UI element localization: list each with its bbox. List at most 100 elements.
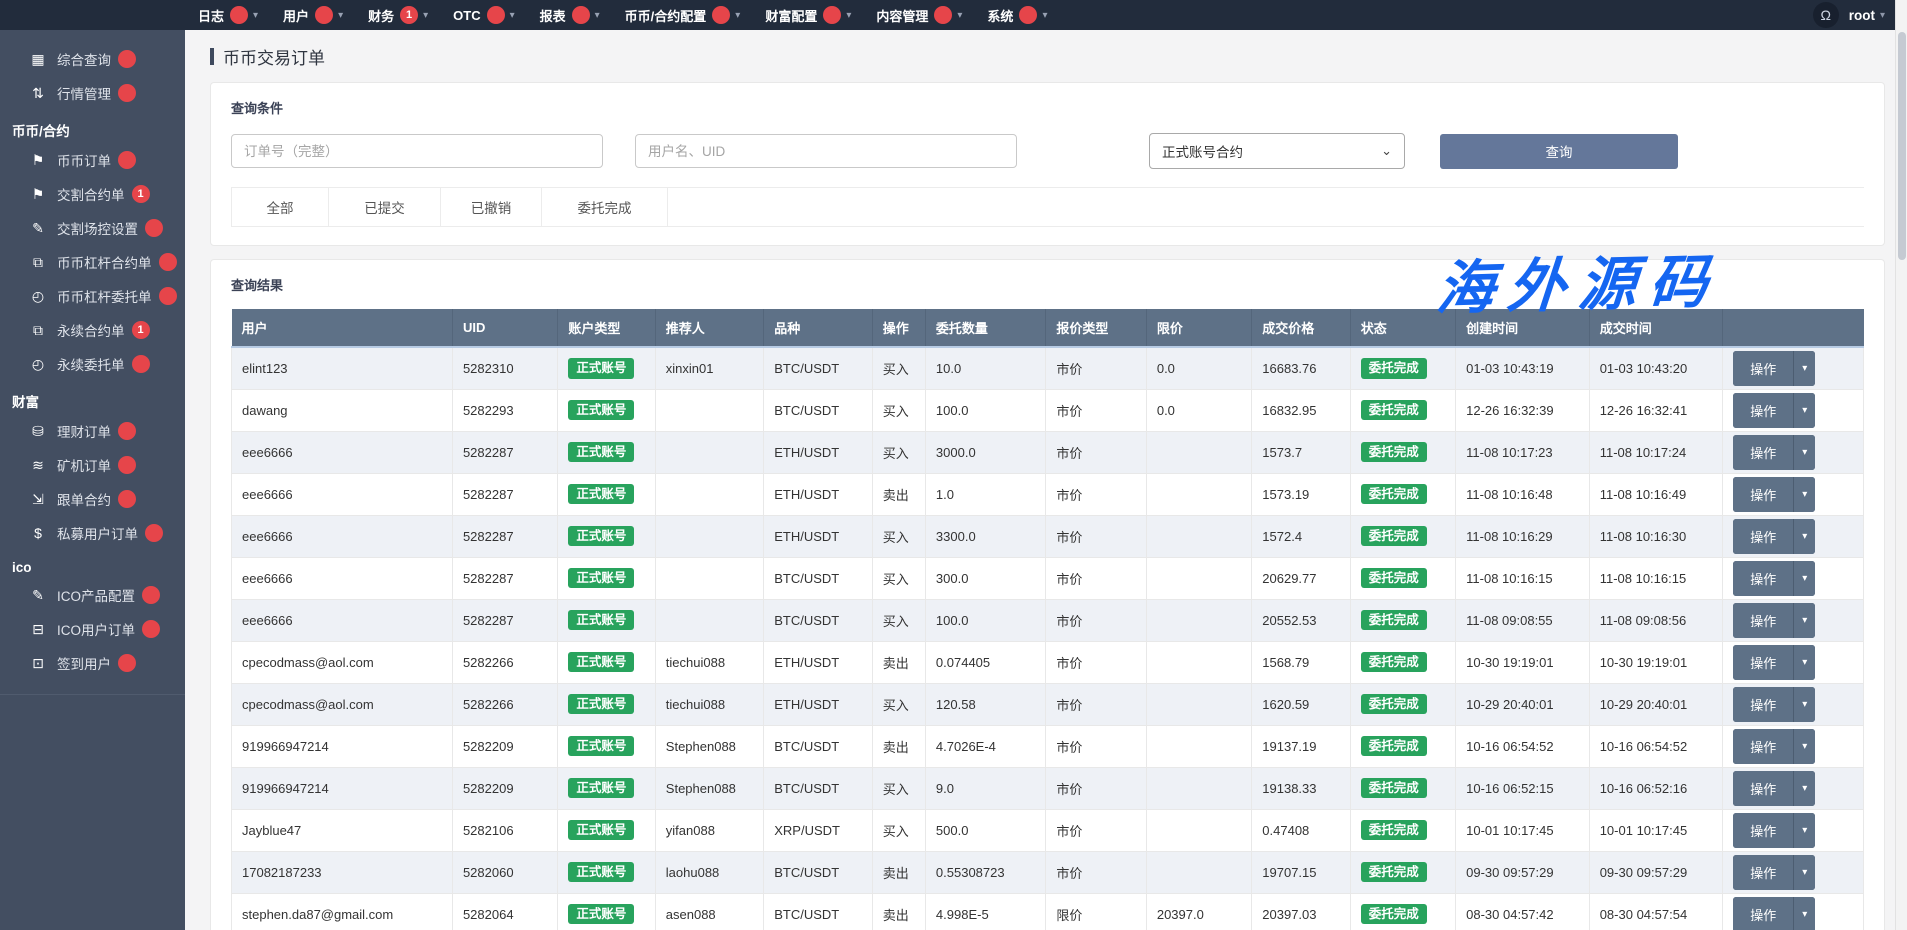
action-button[interactable]: 操作 ▾ <box>1733 561 1815 596</box>
sidebar-item[interactable]: ✎ ICO产品配置 <box>0 578 185 612</box>
cell-pair: ETH/USDT <box>764 683 872 725</box>
action-button-label[interactable]: 操作 <box>1733 813 1793 848</box>
sidebar-item[interactable]: $ 私募用户订单 <box>0 516 185 550</box>
sidebar-item[interactable]: ⧉ 永续合约单 1 <box>0 313 185 347</box>
cell-referrer: Stephen088 <box>655 725 763 767</box>
action-button[interactable]: 操作 ▾ <box>1733 771 1815 806</box>
sidebar-item[interactable]: ◴ 永续委托单 <box>0 347 185 381</box>
cell-deal-price: 0.47408 <box>1252 809 1350 851</box>
chevron-down-icon[interactable]: ▾ <box>1793 603 1815 638</box>
cell-deal-price: 16832.95 <box>1252 389 1350 431</box>
action-button[interactable]: 操作 ▾ <box>1733 393 1815 428</box>
sidebar-item[interactable]: ⛁ 理财订单 <box>0 414 185 448</box>
chevron-down-icon[interactable]: ▾ <box>1793 645 1815 680</box>
chevron-down-icon[interactable]: ▾ <box>1793 687 1815 722</box>
action-button[interactable]: 操作 ▾ <box>1733 435 1815 470</box>
action-button-label[interactable]: 操作 <box>1733 645 1793 680</box>
action-button-label[interactable]: 操作 <box>1733 477 1793 512</box>
chevron-down-icon[interactable]: ▾ <box>1793 435 1815 470</box>
action-button[interactable]: 操作 ▾ <box>1733 897 1815 930</box>
username-uid-input[interactable] <box>635 134 1017 168</box>
user-menu[interactable]: root ▾ <box>1849 8 1885 23</box>
action-button-label[interactable]: 操作 <box>1733 687 1793 722</box>
action-button-label[interactable]: 操作 <box>1733 603 1793 638</box>
action-button[interactable]: 操作 ▾ <box>1733 519 1815 554</box>
chevron-down-icon[interactable]: ▾ <box>1793 561 1815 596</box>
nav-menu-item[interactable]: 系统 ▾ <box>987 6 1047 25</box>
sidebar-item[interactable]: ▦ 综合查询 <box>0 42 185 76</box>
sidebar-item[interactable]: ⊡ 签到用户 <box>0 646 185 680</box>
account-type-select[interactable]: 正式账号合约 ⌄ <box>1149 133 1405 169</box>
action-button-label[interactable]: 操作 <box>1733 519 1793 554</box>
action-button-label[interactable]: 操作 <box>1733 561 1793 596</box>
nav-menu-item[interactable]: 用户 ▾ <box>283 6 343 25</box>
chevron-down-icon[interactable]: ▾ <box>1793 813 1815 848</box>
nav-menu-item[interactable]: 币币/合约配置 ▾ <box>625 6 741 25</box>
chevron-down-icon[interactable]: ▾ <box>1793 897 1815 930</box>
nav-menu-item[interactable]: OTC ▾ <box>453 6 514 24</box>
cell-pair: ETH/USDT <box>764 473 872 515</box>
sidebar-item[interactable]: ⇅ 行情管理 <box>0 76 185 110</box>
cell-deal-price: 19707.15 <box>1252 851 1350 893</box>
order-number-input[interactable] <box>231 134 603 168</box>
action-button[interactable]: 操作 ▾ <box>1733 813 1815 848</box>
sidebar-item-label: 交割合约单 <box>57 184 125 204</box>
sidebar-item-label: 永续委托单 <box>57 354 125 374</box>
filter-tab[interactable]: 全部 <box>231 188 329 226</box>
action-button-label[interactable]: 操作 <box>1733 351 1793 386</box>
nav-menu-item[interactable]: 财务 1 ▾ <box>368 6 428 25</box>
sidebar-item[interactable]: ⧉ 币币杠杆合约单 <box>0 245 185 279</box>
sidebar-item[interactable]: ⊟ ICO用户订单 <box>0 612 185 646</box>
page-scrollbar[interactable] <box>1895 0 1907 930</box>
chevron-down-icon[interactable]: ▾ <box>1793 477 1815 512</box>
cell-limit-price <box>1146 809 1251 851</box>
nav-menu-item[interactable]: 财富配置 ▾ <box>765 6 851 25</box>
action-button[interactable]: 操作 ▾ <box>1733 855 1815 890</box>
filter-tab[interactable]: 委托完成 <box>542 188 668 226</box>
notification-badge <box>118 151 136 169</box>
status-badge: 委托完成 <box>1361 862 1427 883</box>
action-button-label[interactable]: 操作 <box>1733 393 1793 428</box>
cell-referrer: tiechui088 <box>655 683 763 725</box>
action-button-label[interactable]: 操作 <box>1733 855 1793 890</box>
cell-created-time: 10-30 19:19:01 <box>1456 641 1590 683</box>
sidebar-item[interactable]: ⇲ 跟单合约 <box>0 482 185 516</box>
scrollbar-thumb[interactable] <box>1898 32 1906 260</box>
document-pen-icon: ✎ <box>28 220 48 237</box>
action-button-label[interactable]: 操作 <box>1733 729 1793 764</box>
filter-tab[interactable]: 已撤销 <box>441 188 542 226</box>
sidebar-item[interactable]: ≋ 矿机订单 <box>0 448 185 482</box>
chevron-down-icon[interactable]: ▾ <box>1793 729 1815 764</box>
action-button-label[interactable]: 操作 <box>1733 771 1793 806</box>
action-button[interactable]: 操作 ▾ <box>1733 645 1815 680</box>
chevron-down-icon[interactable]: ▾ <box>1793 771 1815 806</box>
nav-menu-item[interactable]: 内容管理 ▾ <box>876 6 962 25</box>
action-button[interactable]: 操作 ▾ <box>1733 729 1815 764</box>
action-button[interactable]: 操作 ▾ <box>1733 687 1815 722</box>
nav-menu-item[interactable]: 报表 ▾ <box>540 6 600 25</box>
notification-badge <box>230 6 248 24</box>
filter-tab[interactable]: 已提交 <box>329 188 441 226</box>
sidebar-item[interactable]: ⚑ 交割合约单 1 <box>0 177 185 211</box>
search-button[interactable]: 查询 <box>1440 134 1678 169</box>
action-button[interactable]: 操作 ▾ <box>1733 603 1815 638</box>
sidebar-item[interactable]: ✎ 交割场控设置 <box>0 211 185 245</box>
action-button-label[interactable]: 操作 <box>1733 435 1793 470</box>
action-button-label[interactable]: 操作 <box>1733 897 1793 930</box>
chevron-down-icon[interactable]: ▾ <box>1793 351 1815 386</box>
chevron-down-icon[interactable]: ▾ <box>1793 855 1815 890</box>
cell-amount: 3300.0 <box>925 515 1046 557</box>
cell-side: 卖出 <box>872 641 925 683</box>
support-avatar-button[interactable]: Ω <box>1813 2 1839 28</box>
sidebar-item[interactable]: ⚑ 币币订单 <box>0 143 185 177</box>
chevron-down-icon[interactable]: ▾ <box>1793 393 1815 428</box>
cell-account-type: 正式账号 <box>558 557 655 599</box>
cell-actions: 操作 ▾ <box>1723 515 1864 557</box>
cell-created-time: 11-08 10:16:48 <box>1456 473 1590 515</box>
cell-created-time: 11-08 10:17:23 <box>1456 431 1590 473</box>
action-button[interactable]: 操作 ▾ <box>1733 351 1815 386</box>
sidebar-item[interactable]: ◴ 币币杠杆委托单 <box>0 279 185 313</box>
action-button[interactable]: 操作 ▾ <box>1733 477 1815 512</box>
nav-menu-item[interactable]: 日志 ▾ <box>198 6 258 25</box>
chevron-down-icon[interactable]: ▾ <box>1793 519 1815 554</box>
